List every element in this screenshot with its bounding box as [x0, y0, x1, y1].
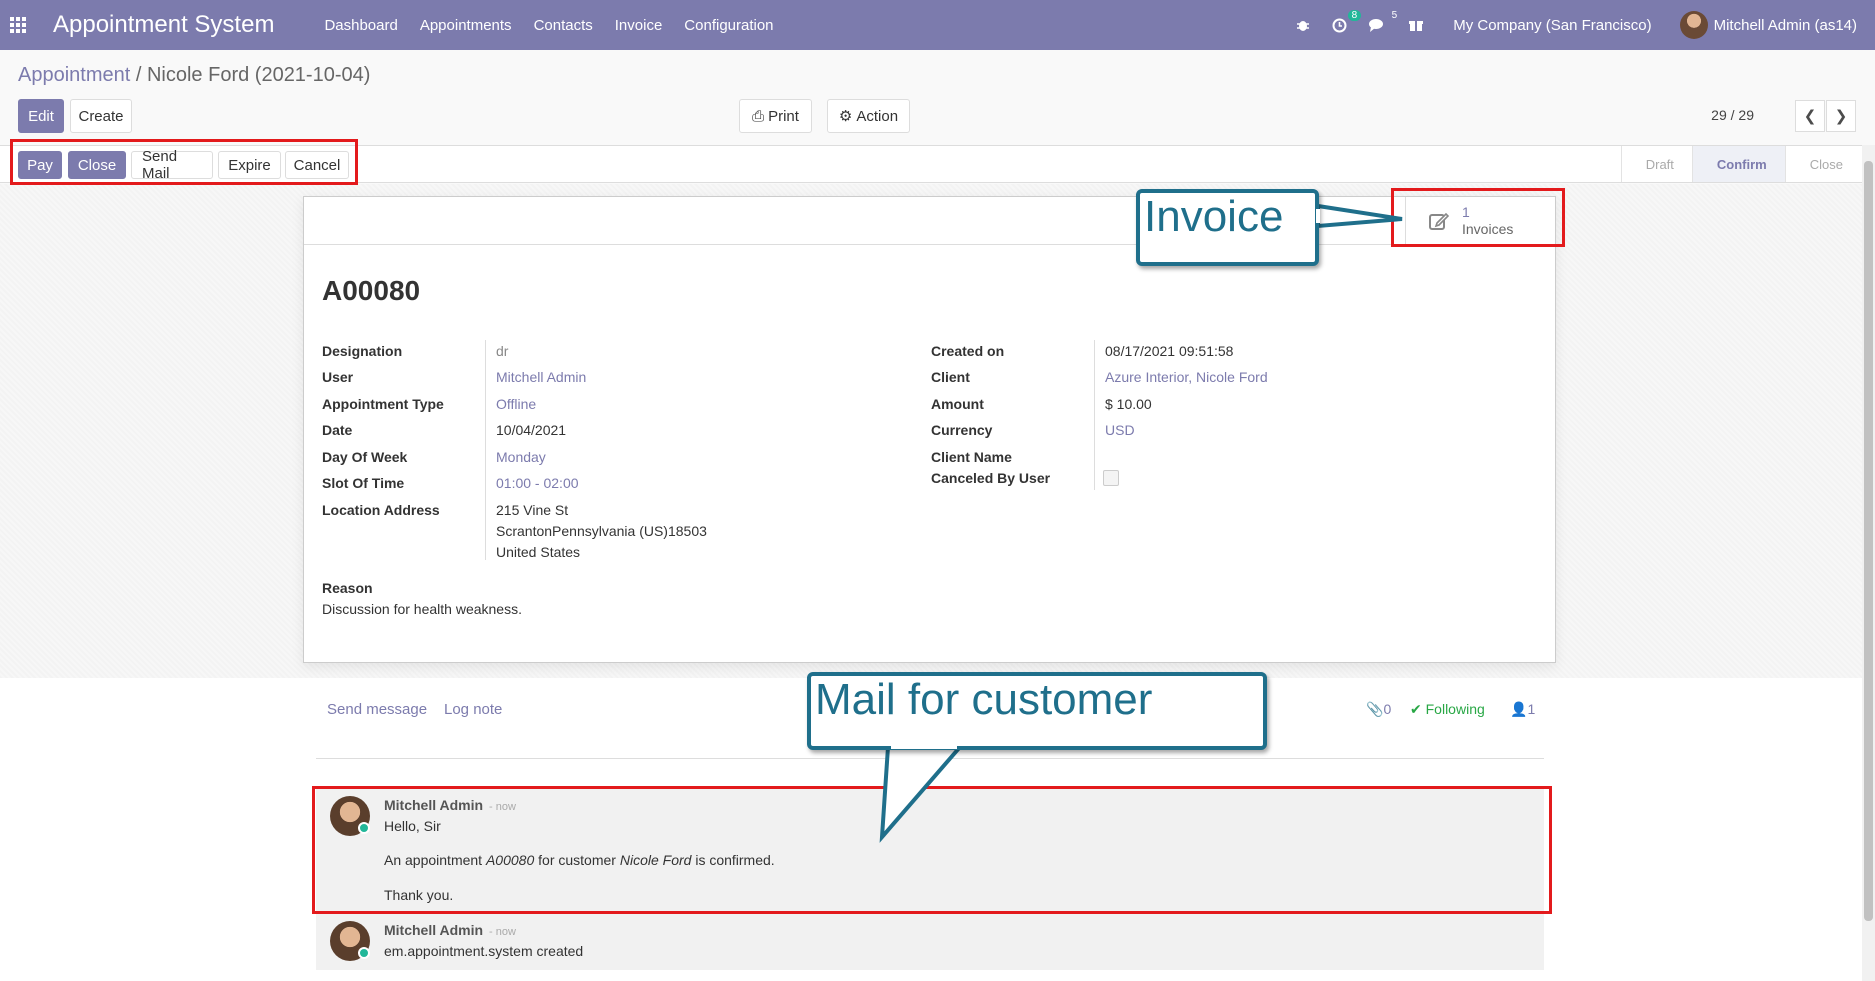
smart-button-box: 1 Invoices — [304, 197, 1555, 245]
canceled-by-user-checkbox[interactable] — [1103, 470, 1119, 486]
systray: 8 5 My Company (San Francisco) Mitchell … — [1274, 0, 1857, 50]
company-switcher[interactable]: My Company (San Francisco) — [1453, 17, 1651, 34]
invoice-callout: Invoice — [1136, 189, 1319, 266]
top-navbar: Appointment System Dashboard Appointment… — [0, 0, 1875, 50]
menu-appointments[interactable]: Appointments — [420, 17, 512, 34]
client-name-label: Client Name — [931, 449, 1012, 465]
right-group-divider — [1094, 340, 1095, 490]
chatter-message: Mitchell Admin - now em.appointment.syste… — [316, 913, 1544, 970]
slot-of-time-value[interactable]: 01:00 - 02:00 — [496, 475, 579, 491]
address-line-2: ScrantonPennsylvania (US)18503 — [496, 523, 707, 539]
main-menu: Dashboard Appointments Contacts Invoice … — [324, 17, 795, 34]
stage-pipeline: Draft Confirm Close — [1620, 146, 1875, 182]
user-menu[interactable]: Mitchell Admin (as14) — [1679, 11, 1857, 39]
attachments-button[interactable]: 📎0 — [1366, 701, 1391, 718]
form-sheet: 1 Invoices A00080 Designation dr User Mi… — [303, 196, 1556, 663]
annotation-highlight-statusbar — [10, 139, 358, 185]
page-scrollbar[interactable] — [1862, 145, 1875, 981]
reason-value: Discussion for health weakness. — [322, 601, 522, 617]
breadcrumb: Appointment / Nicole Ford (2021-10-04) — [18, 64, 370, 87]
breadcrumb-current: Nicole Ford (2021-10-04) — [146, 64, 371, 86]
location-address-label: Location Address — [322, 502, 440, 518]
pager-value[interactable]: 29 / 29 — [1711, 107, 1754, 123]
paperclip-icon: 📎 — [1366, 701, 1384, 717]
currency-value[interactable]: USD — [1105, 422, 1135, 438]
create-button[interactable]: Create — [70, 99, 132, 133]
app-title[interactable]: Appointment System — [53, 11, 274, 39]
day-of-week-value[interactable]: Monday — [496, 449, 546, 465]
date-label: Date — [322, 422, 353, 438]
followers-button[interactable]: 👤1 — [1510, 701, 1535, 718]
date-value: 10/04/2021 — [496, 422, 567, 438]
action-label: Action — [856, 107, 899, 125]
message-text: em.appointment.system created — [384, 943, 584, 959]
author-name: Mitchell Admin — [384, 922, 484, 938]
designation-label: Designation — [322, 343, 403, 359]
gift-icon[interactable] — [1409, 18, 1424, 32]
annotation-highlight-message — [312, 786, 1552, 914]
stage-draft[interactable]: Draft — [1620, 146, 1692, 182]
log-note-tab[interactable]: Log note — [444, 701, 502, 718]
chevron-right-icon: ❯ — [1834, 108, 1848, 125]
stage-confirm[interactable]: Confirm — [1691, 146, 1785, 182]
followers-count: 1 — [1527, 701, 1536, 717]
activity-count-badge: 8 — [1347, 9, 1362, 21]
edit-button[interactable]: Edit — [18, 99, 64, 133]
designation-value: dr — [496, 343, 509, 359]
chevron-left-icon: ❮ — [1803, 108, 1817, 125]
user-name: Mitchell Admin (as14) — [1713, 16, 1857, 34]
pager-previous-button[interactable]: ❮ — [1795, 100, 1825, 132]
message-author[interactable]: Mitchell Admin - now — [384, 922, 516, 938]
send-message-tab[interactable]: Send message — [327, 701, 427, 718]
following-label: Following — [1425, 701, 1485, 717]
gear-icon: ⚙ — [838, 108, 853, 125]
user-avatar — [1679, 11, 1708, 39]
currency-label: Currency — [931, 422, 993, 438]
print-icon: ⎙ — [752, 107, 765, 125]
activity-icon[interactable]: 8 — [1332, 9, 1362, 33]
slot-of-time-label: Slot Of Time — [322, 475, 405, 491]
address-line-1: 215 Vine St — [496, 502, 569, 518]
menu-invoice[interactable]: Invoice — [615, 17, 663, 34]
following-button[interactable]: ✔ Following — [1410, 701, 1485, 718]
menu-configuration[interactable]: Configuration — [684, 17, 773, 34]
scrollbar-thumb[interactable] — [1864, 161, 1873, 921]
menu-dashboard[interactable]: Dashboard — [324, 17, 397, 34]
chatter-separator — [316, 758, 1544, 759]
reason-label: Reason — [322, 580, 373, 596]
amount-value: $ 10.00 — [1105, 396, 1152, 412]
messaging-icon[interactable]: 5 — [1369, 10, 1397, 33]
attachment-count: 0 — [1383, 701, 1392, 717]
appointment-type-value[interactable]: Offline — [496, 396, 536, 412]
message-count-badge: 5 — [1391, 9, 1398, 21]
annotation-highlight-invoices — [1391, 188, 1565, 247]
mail-callout: Mail for customer — [807, 672, 1267, 750]
action-button[interactable]: ⚙ Action — [827, 99, 910, 133]
address-line-3: United States — [496, 544, 581, 560]
created-on-label: Created on — [931, 343, 1005, 359]
print-label: Print — [768, 107, 799, 125]
online-status-icon — [358, 947, 370, 959]
print-button[interactable]: ⎙ Print — [739, 99, 812, 133]
client-label: Client — [931, 369, 970, 385]
day-of-week-label: Day Of Week — [322, 449, 408, 465]
left-group-divider — [485, 340, 486, 560]
pager-next-button[interactable]: ❯ — [1826, 100, 1856, 132]
user-value[interactable]: Mitchell Admin — [496, 369, 586, 385]
client-value[interactable]: Azure Interior, Nicole Ford — [1105, 369, 1268, 385]
record-name: A00080 — [322, 275, 421, 306]
breadcrumb-separator: / — [130, 64, 147, 86]
created-on-value: 08/17/2021 09:51:58 — [1105, 343, 1234, 359]
check-icon: ✔ — [1410, 701, 1422, 717]
debug-icon[interactable] — [1296, 18, 1310, 32]
appointment-type-label: Appointment Type — [322, 396, 444, 412]
breadcrumb-parent[interactable]: Appointment — [18, 64, 130, 86]
canceled-by-user-label: Canceled By User — [931, 470, 1051, 486]
menu-contacts[interactable]: Contacts — [534, 17, 593, 34]
user-icon: 👤 — [1510, 701, 1528, 717]
amount-label: Amount — [931, 396, 984, 412]
message-date: - now — [489, 926, 516, 938]
apps-menu-icon[interactable] — [0, 0, 36, 50]
user-label: User — [322, 369, 354, 385]
